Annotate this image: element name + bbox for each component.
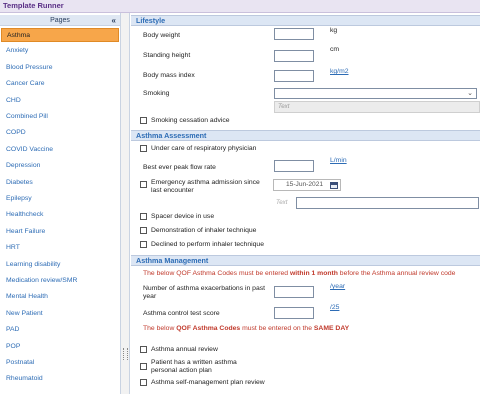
section-management-header: Asthma Management — [131, 255, 480, 266]
section-lifestyle-header: Lifestyle — [131, 15, 480, 26]
written-plan-label: Patient has a written asthma personal ac… — [151, 359, 237, 374]
title-bar: Template Runner — [0, 0, 480, 13]
annual-review-label: Asthma annual review — [151, 346, 218, 353]
under-care-checkbox[interactable] — [140, 145, 147, 152]
sidebar-item-pop[interactable]: POP — [1, 340, 119, 354]
spacer-checkbox[interactable] — [140, 213, 147, 220]
peak-flow-unit: L/min — [330, 157, 347, 164]
sidebar-title: Pages — [50, 17, 70, 24]
sidebar-item-chd[interactable]: CHD — [1, 94, 119, 108]
notice-same-day: The below QOF Asthma Codes must be enter… — [143, 325, 349, 332]
notice2-part-d: SAME DAY — [313, 325, 350, 332]
sidebar-header: Pages « — [0, 15, 120, 26]
declined-inhaler-label: Declined to perform inhaler technique — [151, 241, 264, 248]
sidebar-item-depression[interactable]: Depression — [1, 159, 119, 173]
notice2-part-b: QOF Asthma Codes — [176, 325, 241, 332]
body-weight-label: Body weight — [143, 32, 181, 39]
sidebar-item-postnatal[interactable]: Postnatal — [1, 356, 119, 370]
control-test-input[interactable] — [274, 307, 314, 319]
declined-inhaler-checkbox[interactable] — [140, 241, 147, 248]
control-test-label: Asthma control test score — [143, 310, 220, 317]
standing-height-input[interactable] — [274, 50, 314, 62]
sidebar-item-anxiety[interactable]: Anxiety — [1, 44, 119, 58]
sidebar-item-mental-health[interactable]: Mental Health — [1, 290, 119, 304]
notice1-part-c: before the Asthma annual review code — [337, 270, 456, 277]
body-weight-unit: kg — [330, 27, 338, 34]
smoking-cessation-checkbox[interactable] — [140, 117, 147, 124]
emergency-date-value: 15-Jun-2021 — [286, 181, 324, 188]
bmi-input[interactable] — [274, 70, 314, 82]
sidebar-item-heart-failure[interactable]: Heart Failure — [1, 225, 119, 239]
smoking-select[interactable]: ⌄ — [274, 88, 477, 99]
annual-review-checkbox[interactable] — [140, 346, 147, 353]
sidebar-item-pad[interactable]: PAD — [1, 323, 119, 337]
notice-within-month: The below QOF Asthma Codes must be enter… — [143, 270, 455, 277]
sidebar-item-new-patient[interactable]: New Patient — [1, 307, 119, 321]
bmi-unit: kg/m2 — [330, 68, 349, 75]
exacerbations-input[interactable] — [274, 286, 314, 298]
bmi-label: Body mass index — [143, 72, 195, 79]
double-chevron-left-icon[interactable]: « — [112, 15, 116, 26]
sidebar-item-copd[interactable]: COPD — [1, 126, 119, 140]
smoking-text-input[interactable]: Text — [274, 101, 480, 113]
sidebar: Pages « Asthma Anxiety Blood Pressure Ca… — [0, 13, 121, 394]
sidebar-item-cancer-care[interactable]: Cancer Care — [1, 77, 119, 91]
sidebar-item-epilepsy[interactable]: Epilepsy — [1, 192, 119, 206]
peak-flow-label: Best ever peak flow rate — [143, 164, 216, 171]
smoking-cessation-label: Smoking cessation advice — [151, 117, 230, 124]
control-test-unit: /25 — [330, 304, 340, 311]
exacerbations-label: Number of asthma exacerbations in past y… — [143, 285, 266, 300]
peak-flow-input[interactable] — [274, 160, 314, 172]
section-assessment-header: Asthma Assessment — [131, 130, 480, 141]
sidebar-item-learning-disability[interactable]: Learning disability — [1, 258, 119, 272]
panel-splitter[interactable] — [121, 13, 130, 394]
form-area: Lifestyle Body weight kg Standing height… — [131, 13, 480, 394]
emergency-date-field[interactable]: 15-Jun-2021 — [273, 179, 341, 191]
standing-height-label: Standing height — [143, 52, 191, 59]
sidebar-item-covid-vaccine[interactable]: COVID Vaccine — [1, 143, 119, 157]
sidebar-item-diabetes[interactable]: Diabetes — [1, 176, 119, 190]
body-weight-input[interactable] — [274, 28, 314, 40]
smoking-label: Smoking — [143, 90, 170, 97]
sidebar-item-combined-pill[interactable]: Combined Pill — [1, 110, 119, 124]
emergency-admission-label: Emergency asthma admission since last en… — [151, 179, 260, 194]
notice1-part-a: The below QOF Asthma Codes must be enter… — [143, 270, 290, 277]
demo-inhaler-label: Demonstration of inhaler technique — [151, 227, 257, 234]
smoking-text-placeholder: Text — [278, 103, 290, 110]
sidebar-item-blood-pressure[interactable]: Blood Pressure — [1, 61, 119, 75]
chevron-down-icon[interactable]: ⌄ — [467, 89, 473, 99]
notice2-part-a: The below — [143, 325, 177, 332]
sidebar-item-medication-review[interactable]: Medication review/SMR — [1, 274, 119, 288]
splitter-grip[interactable] — [123, 348, 128, 360]
self-management-label: Asthma self-management plan review — [151, 379, 265, 386]
sidebar-item-healthcheck[interactable]: Healthcheck — [1, 208, 119, 222]
self-management-checkbox[interactable] — [140, 379, 147, 386]
calendar-icon[interactable] — [330, 182, 338, 189]
under-care-label: Under care of respiratory physician — [151, 145, 257, 152]
written-plan-checkbox[interactable] — [140, 363, 147, 370]
exacerbations-unit: /year — [330, 283, 346, 290]
emergency-admission-checkbox[interactable] — [140, 181, 147, 188]
emergency-text-input[interactable] — [296, 197, 479, 209]
standing-height-unit: cm — [330, 46, 340, 53]
app-title: Template Runner — [3, 1, 64, 10]
sidebar-item-hrt[interactable]: HRT — [1, 241, 119, 255]
emergency-text-placeholder: Text — [276, 199, 288, 206]
notice1-part-b: within 1 month — [289, 270, 338, 277]
notice2-part-c: must be entered on the — [240, 325, 314, 332]
sidebar-item-rheumatoid[interactable]: Rheumatoid — [1, 372, 119, 386]
demo-inhaler-checkbox[interactable] — [140, 227, 147, 234]
sidebar-item-asthma[interactable]: Asthma — [1, 28, 119, 42]
spacer-label: Spacer device in use — [151, 213, 215, 220]
